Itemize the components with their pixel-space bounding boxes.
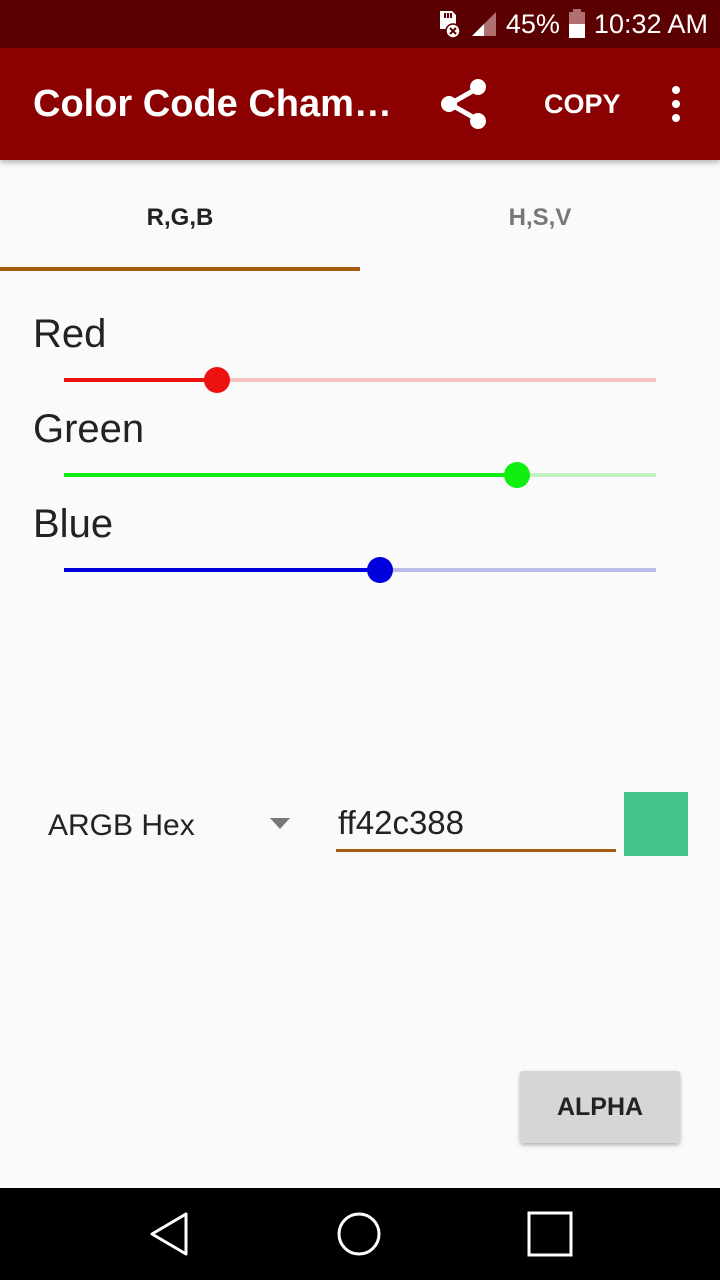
battery-percent: 45% (505, 8, 560, 39)
alpha-button[interactable]: ALPHA (520, 1071, 680, 1143)
share-icon[interactable] (436, 76, 492, 132)
battery-icon (568, 9, 585, 38)
sd-card-error-icon (439, 11, 461, 39)
tab-hsv[interactable]: H,S,V (360, 160, 720, 272)
red-label: Red (33, 312, 107, 356)
tab-bar: R,G,B H,S,V (0, 160, 720, 272)
green-slider-fill (64, 473, 517, 477)
dropdown-arrow-icon[interactable] (270, 818, 290, 829)
green-slider[interactable] (64, 462, 656, 488)
color-swatch (624, 792, 688, 856)
tab-rgb[interactable]: R,G,B (0, 160, 360, 272)
nav-bar (0, 1188, 720, 1280)
red-slider-thumb[interactable] (204, 367, 231, 393)
green-label: Green (33, 407, 145, 451)
blue-slider[interactable] (64, 557, 656, 583)
green-slider-thumb[interactable] (503, 462, 530, 488)
hex-input[interactable] (336, 796, 616, 852)
format-dropdown[interactable]: ARGB Hex (48, 800, 195, 852)
blue-label: Blue (33, 502, 114, 546)
blue-slider-fill (64, 568, 380, 572)
back-icon[interactable] (140, 1204, 200, 1264)
recents-icon[interactable] (520, 1204, 580, 1264)
app-title: Color Code Champion (33, 83, 393, 125)
status-bar: 45% 10:32 AM (0, 0, 720, 48)
more-vert-icon[interactable] (656, 82, 696, 126)
red-slider-fill (64, 378, 218, 382)
copy-button[interactable]: COPY (528, 48, 637, 160)
clock: 10:32 AM (593, 8, 708, 39)
app-bar: Color Code Champion COPY (0, 48, 720, 160)
home-icon[interactable] (329, 1204, 389, 1264)
blue-slider-thumb[interactable] (366, 557, 393, 583)
signal-icon (471, 12, 496, 36)
tab-indicator (0, 267, 360, 271)
red-slider[interactable] (64, 367, 656, 393)
